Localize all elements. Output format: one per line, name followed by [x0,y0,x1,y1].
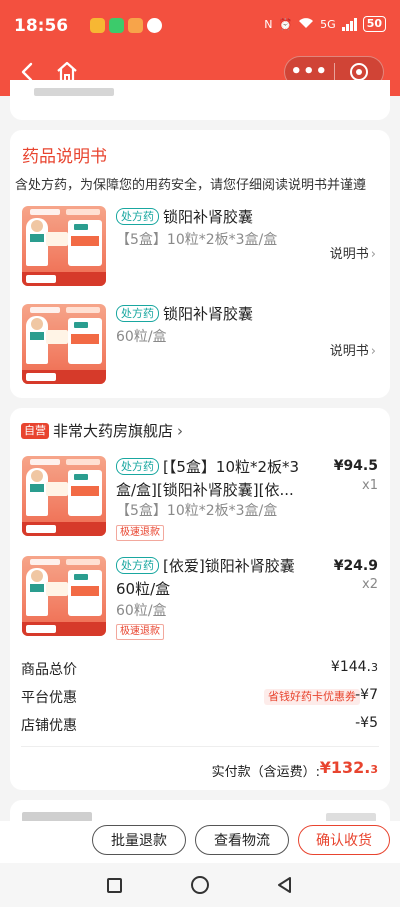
rx-tag: 处方药 [116,458,159,475]
network-label: 5G [320,17,336,31]
platform-discount-label: 平台优惠 [21,690,77,706]
chevron-right-icon: › [370,344,376,359]
rx-tag: 处方药 [116,305,159,322]
chevron-right-icon: › [177,421,184,440]
rx-tag: 处方药 [116,208,159,225]
app-notification-icon [147,18,162,33]
divider [21,746,379,747]
signal-icon [341,17,357,31]
item-price: ¥94.5 [333,458,378,474]
app-notification-icon [128,18,143,33]
home-circle-icon[interactable] [191,876,209,894]
manual-product-name: 处方药 锁阳补肾胶囊 [116,206,253,229]
manual-product-spec: 【5盒】10粒*2板*3盒/盒 [116,232,278,248]
total-price-label: 商品总价 [21,662,77,678]
order-product-name[interactable]: 处方药 [依爱]锁阳补肾胶囊 60粒/盒 [116,555,316,601]
cut-off-text [34,88,114,96]
confirm-receipt-button[interactable]: 确认收货 [298,825,390,855]
system-nav-bar [0,863,400,907]
store-row[interactable]: 自营 非常大药房旗舰店 › [21,420,183,441]
total-price-value: ¥144.3 [330,659,378,675]
view-logistics-button[interactable]: 查看物流 [195,825,289,855]
product-image[interactable] [22,456,106,536]
battery-icon: 50 [362,16,386,32]
item-quantity: x1 [362,478,378,493]
product-image[interactable] [22,304,106,384]
previous-card [10,80,390,120]
app-notification-icon [109,18,124,33]
store-discount-label: 店铺优惠 [21,718,77,734]
chevron-right-icon: › [370,247,376,262]
store-discount-value: -¥5 [355,715,378,731]
back-triangle-icon[interactable] [276,876,294,894]
notification-icons [90,18,162,33]
order-product-spec: 60粒/盒 [116,603,167,619]
platform-discount-value: -¥7 [355,687,378,703]
app-notification-icon [90,18,105,33]
product-image[interactable] [22,556,106,636]
item-price: ¥24.9 [333,558,378,574]
order-product-spec: 【5盒】10粒*2板*3盒/盒 [116,503,278,519]
rx-tag: 处方药 [116,557,159,574]
fast-refund-tag: 极速退款 [116,624,164,640]
more-dots-icon[interactable]: ••• [285,62,334,82]
paid-amount-label: 实付款（含运费）: [211,765,320,780]
paid-amount-value: ¥132.3 [319,758,378,777]
order-action-bar: 批量退款 查看物流 确认收货 [0,821,400,863]
wifi-icon [298,17,314,32]
status-bar: 18:56 N ⏰ 5G 50 [0,0,400,48]
drug-manual-card: 药品说明书 含处方药，为保障您的用药安全，请您仔细阅读说明书并谨遵 处方药 锁阳补… [10,130,390,398]
status-time: 18:56 [14,16,69,36]
manual-link[interactable]: 说明书 › [330,340,376,359]
prescription-notice: 含处方药，为保障您的用药安全，请您仔细阅读说明书并谨遵 [15,178,367,193]
product-image[interactable] [22,206,106,286]
alarm-icon: ⏰ [278,17,293,31]
manual-product-spec: 60粒/盒 [116,329,167,345]
batch-refund-button[interactable]: 批量退款 [92,825,186,855]
manual-link[interactable]: 说明书 › [330,243,376,262]
order-product-name[interactable]: 处方药 [【5盒】10粒*2板*3 盒/盒][锁阳补肾胶囊][依... [116,456,316,502]
coupon-tag: 省钱好药卡优惠券 [264,689,360,705]
store-order-card: 自营 非常大药房旗舰店 › 处方药 [【5盒】10粒*2板*3 盒/盒][锁阳补肾… [10,408,390,790]
manual-product-name: 处方药 锁阳补肾胶囊 [116,303,253,326]
target-icon[interactable] [334,63,383,81]
item-quantity: x2 [362,577,378,592]
section-title: 药品说明书 [22,147,107,167]
fast-refund-tag: 极速退款 [116,525,164,541]
recent-apps-icon[interactable] [107,878,122,893]
status-right: N ⏰ 5G 50 [264,16,386,32]
store-name: 非常大药房旗舰店 [53,422,174,440]
nfc-icon: N [264,17,273,31]
self-operated-tag: 自营 [21,422,49,439]
